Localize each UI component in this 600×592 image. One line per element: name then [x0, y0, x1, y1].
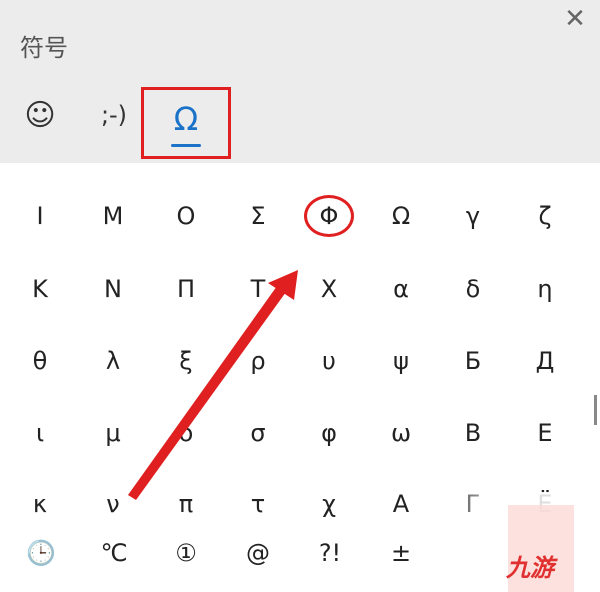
- symbol-key[interactable]: λ: [83, 339, 143, 383]
- symbol-key[interactable]: Κ: [10, 267, 70, 311]
- symbol-key[interactable]: ω: [371, 411, 431, 455]
- symbol-key[interactable]: ξ: [156, 339, 216, 383]
- symbol-key[interactable]: Е: [515, 411, 575, 455]
- symbol-key[interactable]: η: [515, 267, 575, 311]
- symbol-key[interactable]: π: [156, 482, 216, 523]
- kaomoji-icon: ;-): [100, 101, 128, 129]
- watermark-logo: 九游: [506, 554, 554, 582]
- symbol-key[interactable]: α: [371, 267, 431, 311]
- symbol-key[interactable]: Ν: [83, 267, 143, 311]
- category-key[interactable]: ①: [158, 533, 214, 573]
- symbol-key[interactable]: θ: [10, 339, 70, 383]
- symbol-key[interactable]: Ι: [10, 194, 70, 238]
- emoji-icon: ☺: [24, 97, 56, 133]
- symbol-key[interactable]: Ο: [156, 194, 216, 238]
- symbol-key[interactable]: Μ: [83, 194, 143, 238]
- symbol-key[interactable]: В: [443, 411, 503, 455]
- symbol-key[interactable]: Д: [515, 339, 575, 383]
- symbol-key[interactable]: χ: [299, 482, 359, 523]
- clock-icon[interactable]: 🕒: [13, 533, 69, 573]
- symbol-key[interactable]: γ: [443, 194, 503, 238]
- symbol-key[interactable]: σ: [228, 411, 288, 455]
- symbol-key[interactable]: Χ: [299, 267, 359, 311]
- symbol-key[interactable]: Τ: [228, 267, 288, 311]
- header-panel: 符号 ✕ ☺ ;-) Ω: [0, 0, 600, 163]
- symbol-key[interactable]: ν: [83, 482, 143, 523]
- symbol-key[interactable]: κ: [10, 482, 70, 523]
- tab-kaomoji[interactable]: ;-): [86, 86, 142, 144]
- panel-title: 符号: [20, 34, 68, 62]
- tab-emoji[interactable]: ☺: [14, 86, 66, 144]
- category-key[interactable]: ±: [373, 533, 429, 573]
- symbol-key[interactable]: ι: [10, 411, 70, 455]
- selected-tab-indicator: [171, 143, 201, 147]
- symbol-key[interactable]: ψ: [371, 339, 431, 383]
- tab-symbols[interactable]: Ω: [141, 87, 231, 159]
- symbol-key[interactable]: φ: [299, 411, 359, 455]
- symbol-key[interactable]: ο: [156, 411, 216, 455]
- symbol-grid: ΙΜΟΣΦΩγζΚΝΠΤΧαδηθλξρυψБДιμοσφωВЕκνπτχАГЁ: [0, 163, 600, 523]
- category-key[interactable]: @: [230, 533, 286, 573]
- category-key[interactable]: ?!: [302, 533, 358, 573]
- symbol-key[interactable]: Б: [443, 339, 503, 383]
- scrollbar-thumb[interactable]: [594, 395, 597, 425]
- symbol-key[interactable]: τ: [228, 482, 288, 523]
- symbol-key[interactable]: ζ: [515, 194, 575, 238]
- category-key[interactable]: ℃: [86, 533, 142, 573]
- symbol-key[interactable]: Φ: [304, 195, 354, 237]
- symbol-key[interactable]: δ: [443, 267, 503, 311]
- symbols-icon: Ω: [173, 99, 199, 138]
- symbol-key[interactable]: Π: [156, 267, 216, 311]
- symbol-key[interactable]: ρ: [228, 339, 288, 383]
- symbol-key[interactable]: Ω: [371, 194, 431, 238]
- close-icon[interactable]: ✕: [562, 6, 588, 32]
- symbol-key[interactable]: υ: [299, 339, 359, 383]
- symbol-key[interactable]: А: [371, 482, 431, 523]
- symbol-key[interactable]: Σ: [228, 194, 288, 238]
- symbol-key[interactable]: μ: [83, 411, 143, 455]
